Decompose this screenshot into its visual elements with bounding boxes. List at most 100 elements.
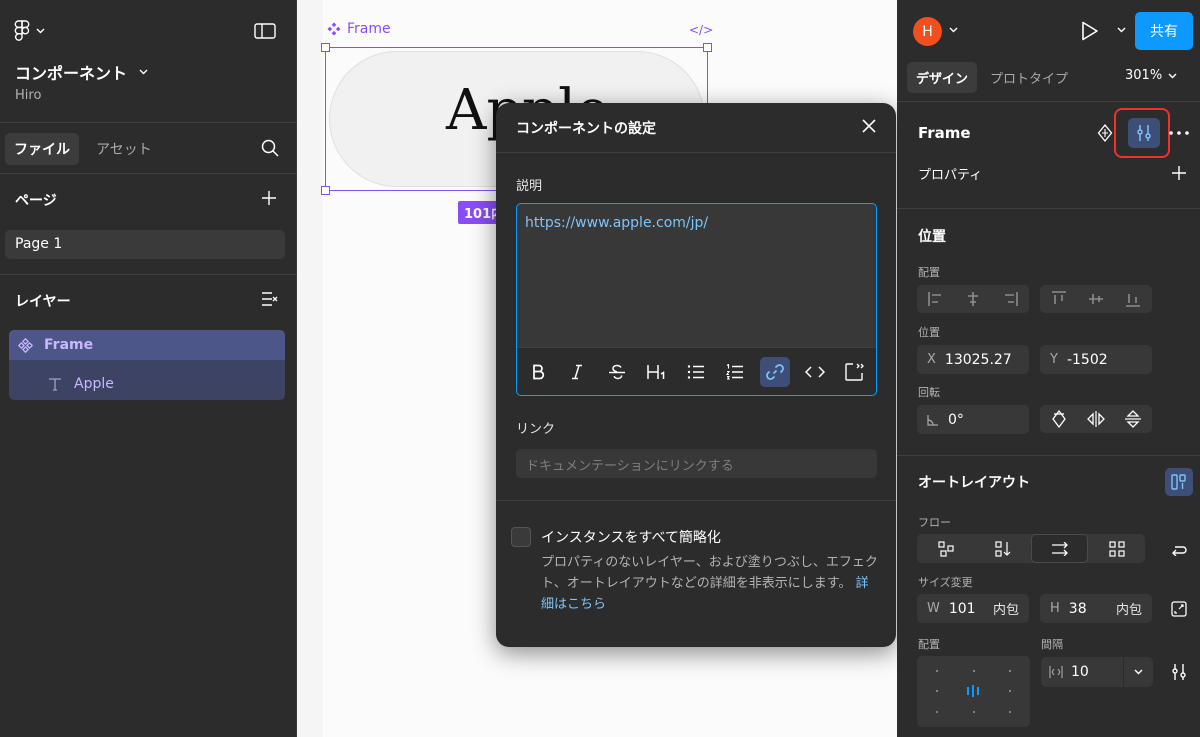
component-name[interactable]: Frame: [918, 124, 971, 142]
align-dot[interactable]: [936, 711, 938, 713]
strikethrough-icon[interactable]: [602, 357, 632, 387]
gap-field[interactable]: 10: [1041, 657, 1153, 687]
link-icon[interactable]: [760, 357, 790, 387]
align-dot[interactable]: [936, 670, 938, 672]
autolayout-settings-icon[interactable]: [1165, 658, 1193, 686]
bulleted-list-icon[interactable]: [681, 357, 711, 387]
flow-horizontal-icon[interactable]: [1031, 534, 1088, 563]
rotation-field[interactable]: 0°: [917, 405, 1029, 434]
italic-icon[interactable]: [562, 357, 592, 387]
sidebar-toggle-icon[interactable]: [254, 22, 276, 40]
y-prefix: Y: [1050, 352, 1058, 367]
pages-heading: ページ: [15, 193, 57, 209]
constrain-proportions-icon[interactable]: [1165, 595, 1193, 623]
chevron-down-icon[interactable]: [949, 27, 958, 33]
component-settings-dialog: コンポーネントの設定 説明 https://www.apple.com/jp/: [496, 103, 896, 647]
width-value: 101: [948, 600, 976, 617]
divider: [0, 274, 297, 275]
x-field[interactable]: X 13025.27: [917, 345, 1029, 374]
align-dot[interactable]: [1009, 711, 1011, 713]
page-item[interactable]: Page 1: [5, 230, 285, 259]
zoom-dropdown[interactable]: 301%: [1125, 68, 1177, 83]
align-dot[interactable]: [1009, 670, 1011, 672]
layer-frame[interactable]: Frame: [9, 330, 285, 360]
link-input[interactable]: ドキュメンテーションにリンクする: [516, 449, 877, 478]
x-prefix: X: [927, 352, 936, 367]
chevron-down-icon[interactable]: [1117, 27, 1126, 33]
search-icon[interactable]: [261, 139, 279, 157]
chevron-down-icon: [139, 69, 148, 75]
flip-horizontal-icon[interactable]: [1077, 405, 1114, 433]
flow-vertical-icon[interactable]: [974, 534, 1031, 563]
layer-apple[interactable]: Apple: [9, 369, 285, 399]
rotate-icon[interactable]: [1040, 405, 1077, 433]
main-menu-button[interactable]: [14, 20, 45, 42]
description-editor[interactable]: https://www.apple.com/jp/: [516, 203, 877, 396]
align-middle-icon[interactable]: [1077, 285, 1114, 313]
divider: [0, 122, 297, 123]
horizontal-align-group: [917, 285, 1029, 313]
height-field[interactable]: H 38 内包: [1040, 594, 1152, 623]
play-icon[interactable]: [1081, 21, 1099, 41]
width-field[interactable]: W 101 内包: [917, 594, 1029, 623]
simplify-instances-checkbox[interactable]: [511, 527, 531, 547]
align-center-h-icon[interactable]: [954, 285, 991, 313]
code-icon[interactable]: [800, 357, 830, 387]
right-panel: H 共有 デザイン プロトタイプ 301% Frame プロパティ 位置 配置: [897, 0, 1200, 737]
height-mode[interactable]: 内包: [1116, 599, 1142, 618]
wrap-icon[interactable]: [1165, 535, 1193, 563]
tab-assets[interactable]: アセット: [87, 133, 161, 165]
y-field[interactable]: Y -1502: [1040, 345, 1152, 374]
align-top-icon[interactable]: [1040, 285, 1077, 313]
h-prefix: H: [1050, 601, 1060, 616]
description-text[interactable]: https://www.apple.com/jp/: [525, 215, 708, 231]
autolayout-toggle-icon[interactable]: [1165, 468, 1193, 496]
dev-code-icon[interactable]: </>: [689, 23, 713, 37]
frame-name-label[interactable]: Frame: [327, 21, 391, 37]
align-center-indicator-icon[interactable]: [966, 684, 980, 698]
add-property-icon[interactable]: [1171, 165, 1187, 181]
resize-handle[interactable]: [703, 43, 712, 52]
divider: [897, 455, 1200, 456]
align-dot[interactable]: [936, 690, 938, 692]
tab-prototype[interactable]: プロトタイプ: [981, 62, 1077, 93]
add-page-icon[interactable]: [261, 190, 277, 206]
heading-icon[interactable]: [641, 357, 671, 387]
bold-icon[interactable]: [523, 357, 553, 387]
chevron-down-icon: [36, 28, 45, 34]
figma-logo-icon: [14, 20, 30, 42]
align-dot[interactable]: [1009, 690, 1011, 692]
tab-design[interactable]: デザイン: [907, 62, 978, 93]
component-instance-icon[interactable]: [1097, 124, 1113, 142]
component-icon: [327, 22, 341, 36]
numbered-list-icon[interactable]: [720, 357, 750, 387]
collapse-layers-icon[interactable]: [261, 291, 279, 307]
align-dot[interactable]: [973, 670, 975, 672]
file-title[interactable]: コンポーネント: [15, 60, 148, 84]
flow-freeform-icon[interactable]: [917, 534, 974, 563]
align-bottom-icon[interactable]: [1114, 285, 1151, 313]
flow-grid-icon[interactable]: [1088, 534, 1145, 563]
code-block-icon[interactable]: [839, 357, 869, 387]
width-mode[interactable]: 内包: [993, 599, 1019, 618]
alignment-grid[interactable]: [917, 656, 1030, 727]
chevron-down-icon[interactable]: [1123, 657, 1153, 687]
dialog-title: コンポーネントの設定: [516, 121, 656, 137]
tab-files[interactable]: ファイル: [5, 133, 79, 165]
avatar[interactable]: H: [913, 17, 942, 46]
align-left-icon[interactable]: [917, 285, 954, 313]
align-dot[interactable]: [973, 711, 975, 713]
alignment-label: 配置: [918, 266, 940, 279]
close-icon[interactable]: [862, 119, 876, 133]
flow-label: フロー: [918, 516, 951, 529]
component-icon: [17, 337, 33, 353]
more-icon[interactable]: [1169, 131, 1189, 135]
resize-handle[interactable]: [321, 43, 330, 52]
share-button[interactable]: 共有: [1135, 12, 1193, 50]
resize-handle[interactable]: [321, 186, 330, 195]
align-right-icon[interactable]: [991, 285, 1028, 313]
divider: [496, 152, 896, 153]
properties-label: プロパティ: [918, 168, 983, 183]
flip-vertical-icon[interactable]: [1114, 405, 1151, 433]
al-alignment-label: 配置: [918, 638, 940, 651]
